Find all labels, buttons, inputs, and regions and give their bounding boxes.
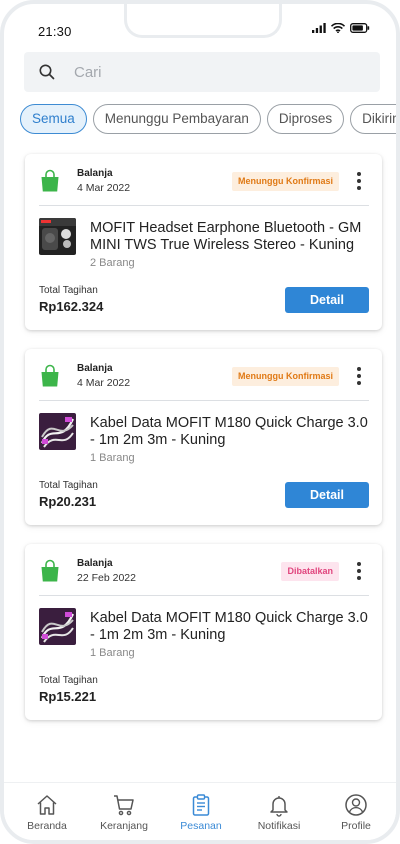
status-icons — [312, 23, 370, 33]
signal-icon — [312, 23, 326, 33]
search-icon — [39, 64, 55, 80]
phone-frame: 21:30 Cari Semua Menunggu Pembayaran Dip… — [0, 0, 400, 844]
total-label: Total Tagihan — [39, 675, 98, 686]
status-badge: Menunggu Konfirmasi — [232, 367, 339, 386]
order-type: Balanja — [77, 363, 113, 374]
profile-icon — [345, 794, 367, 816]
nav-label: Beranda — [27, 820, 67, 832]
product-name: Kabel Data MOFIT M180 Quick Charge 3.0 -… — [90, 610, 368, 643]
search-input[interactable] — [74, 60, 364, 84]
shopping-bag-icon — [41, 169, 59, 192]
nav-notifikasi[interactable]: Notifikasi — [244, 793, 314, 840]
status-badge: Menunggu Konfirmasi — [232, 172, 339, 191]
order-header: Balanja 4 Mar 2022 Menunggu Konfirmasi — [39, 362, 369, 392]
order-date: 22 Feb 2022 — [77, 572, 136, 584]
status-badge: Dibatalkan — [281, 562, 339, 581]
tab-dikirim[interactable]: Dikirim — [350, 104, 396, 134]
order-type: Balanja — [77, 168, 113, 179]
nav-label: Keranjang — [100, 820, 148, 832]
detail-button[interactable]: Detail — [285, 287, 369, 313]
order-header: Balanja 22 Feb 2022 Dibatalkan — [39, 557, 369, 587]
product-quantity: 1 Barang — [90, 647, 135, 659]
search-bar[interactable] — [24, 52, 380, 92]
shopping-bag-icon — [41, 364, 59, 387]
battery-icon — [350, 23, 370, 33]
total-amount: Rp162.324 — [39, 299, 104, 314]
wifi-icon — [331, 23, 345, 33]
card-divider — [39, 400, 369, 401]
status-bar: 21:30 — [4, 4, 396, 48]
total-label: Total Tagihan — [39, 285, 98, 296]
more-options-icon[interactable] — [349, 365, 369, 387]
clipboard-icon — [192, 794, 210, 816]
tab-diproses[interactable]: Diproses — [266, 104, 345, 134]
nav-pesanan[interactable]: Pesanan — [166, 793, 236, 840]
total-label: Total Tagihan — [39, 480, 98, 491]
nav-keranjang[interactable]: Keranjang — [89, 793, 159, 840]
bell-icon — [270, 796, 288, 817]
tab-semua[interactable]: Semua — [20, 104, 87, 134]
product-name: Kabel Data MOFIT M180 Quick Charge 3.0 -… — [90, 415, 368, 448]
order-date: 4 Mar 2022 — [77, 182, 131, 194]
status-time: 21:30 — [38, 24, 72, 39]
nav-beranda[interactable]: Beranda — [12, 793, 82, 840]
nav-label: Pesanan — [180, 820, 222, 832]
order-list: Balanja 4 Mar 2022 Menunggu Konfirmasi M… — [4, 144, 396, 784]
filter-tabs: SemuaMenunggu PembayaranDiprosesDikirim — [20, 104, 396, 136]
order-header: Balanja 4 Mar 2022 Menunggu Konfirmasi — [39, 167, 369, 197]
home-icon — [37, 795, 57, 815]
product-image — [39, 218, 76, 255]
product-name: MOFIT Headset Earphone Bluetooth - GM MI… — [90, 220, 362, 253]
order-card: Balanja 4 Mar 2022 Menunggu Konfirmasi — [25, 349, 382, 525]
bottom-nav: Beranda Keranjang Pesanan Notifikasi Pro… — [4, 782, 396, 840]
product-image — [39, 608, 76, 645]
nav-label: Profile — [341, 820, 371, 832]
detail-button[interactable]: Detail — [285, 482, 369, 508]
total-amount: Rp15.221 — [39, 689, 97, 704]
product-quantity: 2 Barang — [90, 257, 135, 269]
total-amount: Rp20.231 — [39, 494, 97, 509]
order-date: 4 Mar 2022 — [77, 377, 131, 389]
nav-profile[interactable]: Profile — [321, 793, 391, 840]
order-type: Balanja — [77, 558, 113, 569]
more-options-icon[interactable] — [349, 170, 369, 192]
product-quantity: 1 Barang — [90, 452, 135, 464]
order-card: Balanja 4 Mar 2022 Menunggu Konfirmasi — [25, 154, 382, 330]
tab-menunggu-pembayaran[interactable]: Menunggu Pembayaran — [92, 104, 261, 134]
more-options-icon[interactable] — [349, 560, 369, 582]
nav-label: Notifikasi — [257, 820, 301, 832]
shopping-bag-icon — [41, 559, 59, 582]
card-divider — [39, 595, 369, 596]
cart-icon — [114, 795, 134, 816]
product-image — [39, 413, 76, 450]
order-card: Balanja 22 Feb 2022 Dibatalkan Kabel Dat… — [25, 544, 382, 720]
card-divider — [39, 205, 369, 206]
